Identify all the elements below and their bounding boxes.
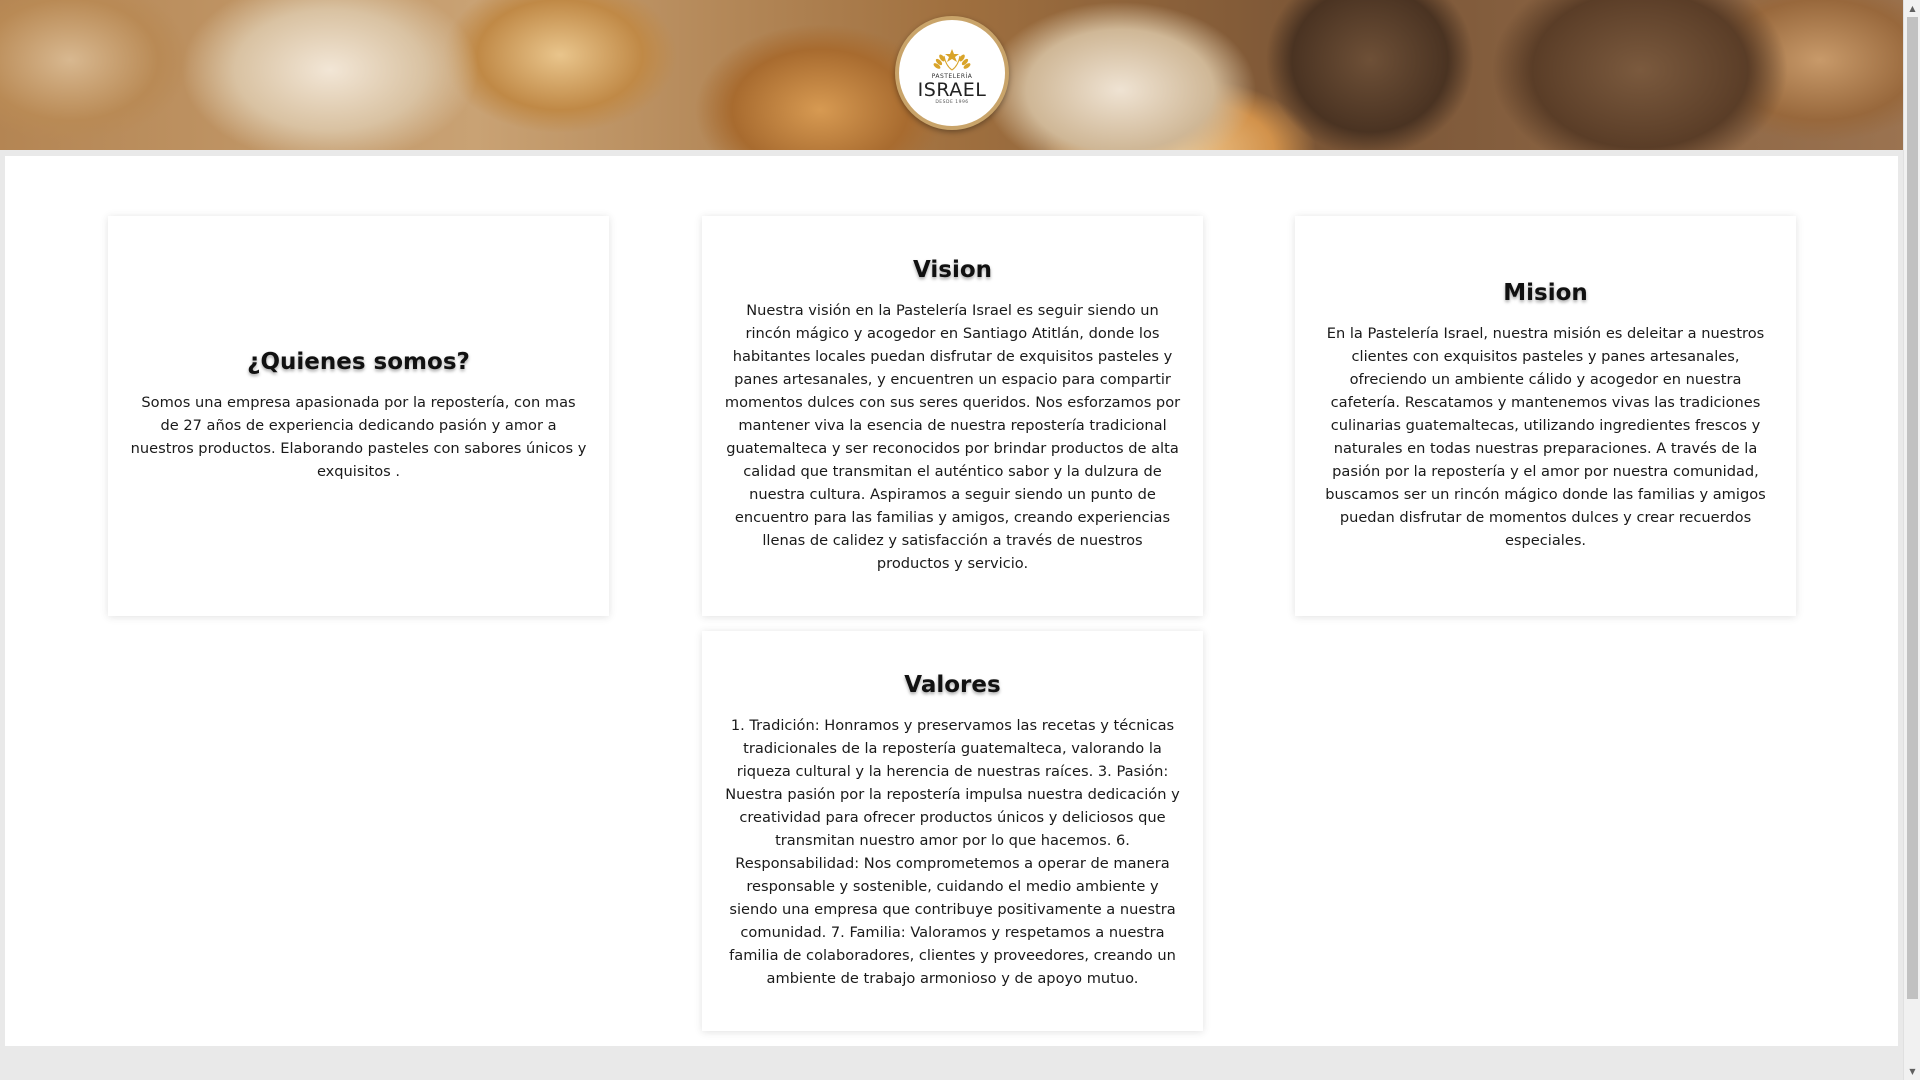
wheat-star-icon	[933, 48, 971, 71]
card-body: En la Pastelería Israel, nuestra misión …	[1325, 325, 1766, 549]
content-area: ¿Quienes somos? Somos una empresa apasio…	[5, 156, 1898, 1046]
hero-banner: PASTELERÍA ISRAEL DESDE 1996	[0, 0, 1903, 150]
card-title: Valores	[904, 672, 1001, 698]
arrow-down-icon[interactable]: ▼	[1904, 1063, 1920, 1080]
card-title: Mision	[1503, 280, 1588, 306]
card-title: ¿Quienes somos?	[247, 349, 470, 375]
card-quienes-somos: ¿Quienes somos? Somos una empresa apasio…	[108, 216, 609, 616]
card-body: 1. Tradición: Honramos y preservamos las…	[725, 717, 1180, 987]
card-mision: Mision En la Pastelería Israel, nuestra …	[1295, 216, 1796, 616]
arrow-up-icon[interactable]: ▲	[1904, 0, 1920, 17]
card-vision: Vision Nuestra visión en la Pastelería I…	[702, 216, 1203, 616]
brand-logo[interactable]: PASTELERÍA ISRAEL DESDE 1996	[895, 16, 1009, 130]
vertical-scrollbar[interactable]: ▲ ▼	[1903, 0, 1920, 1080]
logo-since-text: DESDE 1996	[935, 99, 969, 105]
card-body: Somos una empresa apasionada por la repo…	[130, 394, 587, 480]
card-valores: Valores 1. Tradición: Honramos y preserv…	[702, 631, 1203, 1031]
logo-brand-name: ISRAEL	[917, 78, 987, 101]
card-title: Vision	[912, 257, 993, 283]
card-body: Nuestra visión en la Pastelería Israel e…	[724, 302, 1181, 572]
scrollbar-thumb[interactable]	[1907, 17, 1918, 999]
